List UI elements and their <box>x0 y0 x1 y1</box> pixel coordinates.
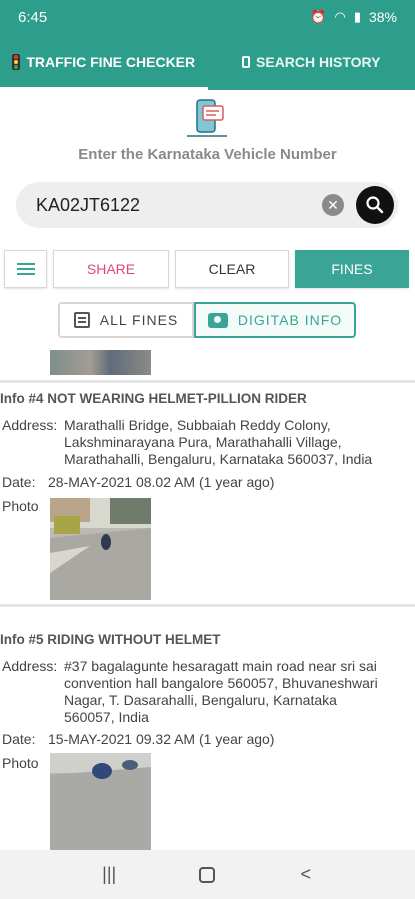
date-label: Date: <box>2 474 36 490</box>
wifi-icon: ◠ <box>334 9 346 24</box>
fine-photo[interactable] <box>50 498 151 600</box>
view-toggle: ALL FINES DIGITAB INFO <box>58 302 356 338</box>
all-fines-button[interactable]: ALL FINES <box>58 302 194 338</box>
home-icon <box>199 866 216 883</box>
recent-apps-button[interactable]: ||| <box>94 860 124 890</box>
vehicle-number-input[interactable]: KA02JT6122 ✕ <box>16 182 398 228</box>
back-button[interactable]: < <box>291 860 321 890</box>
camera-icon <box>207 312 228 328</box>
action-buttons: SHARE CLEAR FINES <box>4 250 411 288</box>
address-label: Address: <box>2 417 58 433</box>
address-label: Address: <box>2 658 58 674</box>
fine-address-row: Address: Marathalli Bridge, Subbaiah Red… <box>2 417 384 468</box>
home-button[interactable] <box>192 860 222 890</box>
fine-address: Marathalli Bridge, Subbaiah Reddy Colony… <box>64 417 373 467</box>
fines-button[interactable]: FINES <box>295 250 409 288</box>
menu-icon <box>16 263 35 275</box>
fine-date-row: Date: 15-MAY-2021 09.32 AM (1 year ago) <box>2 731 368 748</box>
tab-label: SEARCH HISTORY <box>256 54 381 70</box>
fine-date: 15-MAY-2021 09.32 AM (1 year ago) <box>48 731 275 747</box>
search-button[interactable] <box>356 186 394 224</box>
tab-traffic-fine-checker[interactable]: TRAFFIC FINE CHECKER <box>0 34 208 90</box>
vehicle-number-value[interactable]: KA02JT6122 <box>36 195 322 216</box>
back-icon: < <box>300 864 312 884</box>
share-button[interactable]: SHARE <box>53 250 169 288</box>
alarm-icon: ⏰ <box>310 9 327 24</box>
previous-fine-photo[interactable] <box>50 350 151 375</box>
system-navigation-bar: ||| < <box>0 850 415 899</box>
fine-title: Info #4 NOT WEARING HELMET-PILLION RIDER <box>0 391 307 406</box>
fine-date: 28-MAY-2021 08.02 AM (1 year ago) <box>48 474 275 490</box>
menu-button[interactable] <box>4 250 47 288</box>
vehicle-number-prompt: Enter the Karnataka Vehicle Number <box>78 146 337 163</box>
status-bar: 6:45 ⏰ ◠ ▮ 38% <box>0 0 415 34</box>
phone-icon <box>242 56 251 68</box>
fine-photo[interactable] <box>50 753 151 850</box>
fine-address: #37 bagalagunte hesaragatt main road nea… <box>64 658 378 725</box>
main-content: Enter the Karnataka Vehicle Number KA02J… <box>0 90 415 850</box>
signal-icon: ▮ <box>353 9 361 24</box>
search-icon <box>366 196 384 214</box>
status-icons: ⏰ ◠ ▮ 38% <box>310 9 397 25</box>
date-label: Date: <box>2 731 36 747</box>
app-tab-bar: TRAFFIC FINE CHECKER SEARCH HISTORY <box>0 34 415 90</box>
divider <box>0 604 415 607</box>
battery-level: 38% <box>368 9 397 25</box>
tab-search-history[interactable]: SEARCH HISTORY <box>208 34 415 90</box>
clear-button[interactable]: CLEAR <box>175 250 289 288</box>
traffic-light-icon <box>12 54 21 70</box>
phone-chat-icon <box>187 99 227 137</box>
all-fines-label: ALL FINES <box>99 312 179 328</box>
fine-title: Info #5 RIDING WITHOUT HELMET <box>0 632 221 647</box>
tab-label: TRAFFIC FINE CHECKER <box>26 54 196 70</box>
fine-date-row: Date: 28-MAY-2021 08.02 AM (1 year ago) <box>2 474 368 491</box>
list-icon <box>73 312 90 328</box>
digitab-info-button[interactable]: DIGITAB INFO <box>194 302 356 338</box>
fine-address-row: Address: #37 bagalagunte hesaragatt main… <box>2 658 384 726</box>
digitab-info-label: DIGITAB INFO <box>237 312 343 328</box>
status-time: 6:45 <box>18 8 48 26</box>
clear-input-icon[interactable]: ✕ <box>322 194 344 216</box>
divider <box>0 380 415 383</box>
